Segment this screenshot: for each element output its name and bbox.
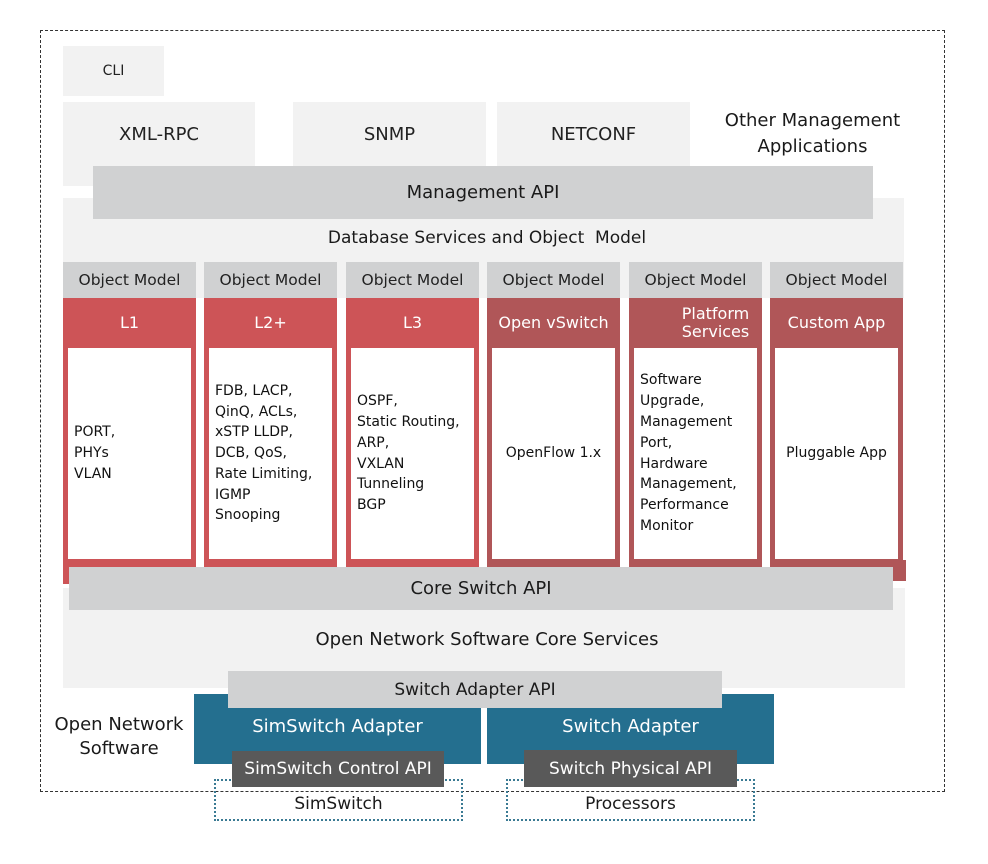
content-line: DCB, QoS, (215, 445, 287, 462)
column-title: L2+ (254, 313, 287, 332)
content-line: Management, (640, 476, 737, 493)
core-services-title: Open Network Software Core Services (63, 624, 911, 654)
switch-physical-api-label: Switch Physical API (548, 758, 713, 779)
column-title: L1 (119, 313, 140, 332)
xml-rpc-label: XML-RPC (119, 124, 199, 145)
other-management-applications: Other Management Applications (700, 104, 925, 164)
object-model-header: Object Model (487, 262, 620, 298)
column-content: OpenFlow 1.x (492, 348, 615, 559)
content-line: VLAN (74, 465, 112, 482)
switch-adapter-api-label: Switch Adapter API (394, 679, 556, 700)
switch-physical-api-bar: Switch Physical API (524, 750, 737, 787)
switch-adapter-api-bar: Switch Adapter API (228, 671, 722, 708)
object-model-header: Object Model (346, 262, 479, 298)
column-content: PORT, PHYs VLAN (68, 348, 191, 559)
content-line: Performance (640, 497, 729, 514)
simswitch-control-api-label: SimSwitch Control API (244, 759, 432, 779)
content-line: Static Routing, (357, 413, 460, 430)
database-services-title: Database Services and Object Model (63, 224, 911, 252)
content-line: Rate Limiting, (215, 465, 313, 482)
object-model-header: Object Model (63, 262, 196, 298)
content-line: FDB, LACP, (215, 382, 293, 399)
cli-label: CLI (102, 63, 125, 79)
column-content: FDB, LACP, QinQ, ACLs, xSTP LLDP, DCB, QoS,… (209, 348, 332, 559)
content-line: VXLAN (357, 455, 405, 472)
content-line: Management (640, 413, 733, 430)
core-switch-api-label: Core Switch API (410, 578, 552, 599)
open-network-software-text: Open Network Software (54, 714, 184, 759)
core-switch-api-bar: Core Switch API (69, 567, 893, 610)
simswitch-control-api-bar: SimSwitch Control API (232, 751, 444, 787)
column-content: Pluggable App (775, 348, 898, 559)
simswitch-adapter-label: SimSwitch Adapter (252, 716, 423, 737)
content-line: IGMP (215, 486, 251, 503)
content-line: PHYs (74, 445, 109, 462)
content-line: QinQ, ACLs, (215, 403, 298, 420)
content-line: BGP (357, 497, 386, 514)
content-line: Port, (640, 434, 673, 451)
content-line: xSTP LLDP, (215, 424, 293, 441)
content-line: OSPF, (357, 393, 398, 410)
netconf-label: NETCONF (550, 124, 637, 145)
netconf-box: NETCONF (497, 102, 690, 167)
content-line: OpenFlow 1.x (505, 445, 602, 462)
column-title: Open vSwitch (498, 313, 609, 332)
content-line: Hardware (640, 455, 708, 472)
content-line: PORT, (74, 424, 116, 441)
other-management-label: Other Management Applications (724, 110, 901, 157)
content-line: Tunneling (357, 476, 425, 493)
snmp-box: SNMP (293, 102, 486, 167)
management-api-label: Management API (406, 182, 560, 203)
simswitch-label: SimSwitch (294, 794, 383, 814)
open-network-software-label: Open Network Software (44, 711, 194, 763)
content-line: Snooping (215, 507, 281, 524)
column-title: Custom App (787, 313, 886, 332)
content-line: Software (640, 372, 702, 389)
object-model-header: Object Model (629, 262, 762, 298)
switch-adapter-label: Switch Adapter (562, 716, 699, 737)
content-line: ARP, (357, 434, 390, 451)
core-services-label: Open Network Software Core Services (315, 628, 659, 650)
column-base-strip-right (900, 560, 906, 581)
processors-label: Processors (585, 794, 676, 814)
snmp-label: SNMP (363, 124, 416, 145)
content-line: Upgrade, (640, 393, 705, 410)
database-services-label: Database Services and Object Model (327, 228, 647, 248)
object-model-header: Object Model (204, 262, 337, 298)
content-line: Pluggable App (786, 445, 887, 462)
column-title: L3 (402, 313, 423, 332)
column-content: OSPF, Static Routing, ARP, VXLAN Tunneling BG… (351, 348, 474, 559)
cli-box: CLI (63, 46, 164, 96)
object-model-header: Object Model (770, 262, 903, 298)
content-line: Monitor (640, 517, 694, 534)
management-api-bar: Management API (93, 166, 873, 219)
column-content: Software Upgrade, Management Port, Hardware M… (634, 348, 757, 559)
